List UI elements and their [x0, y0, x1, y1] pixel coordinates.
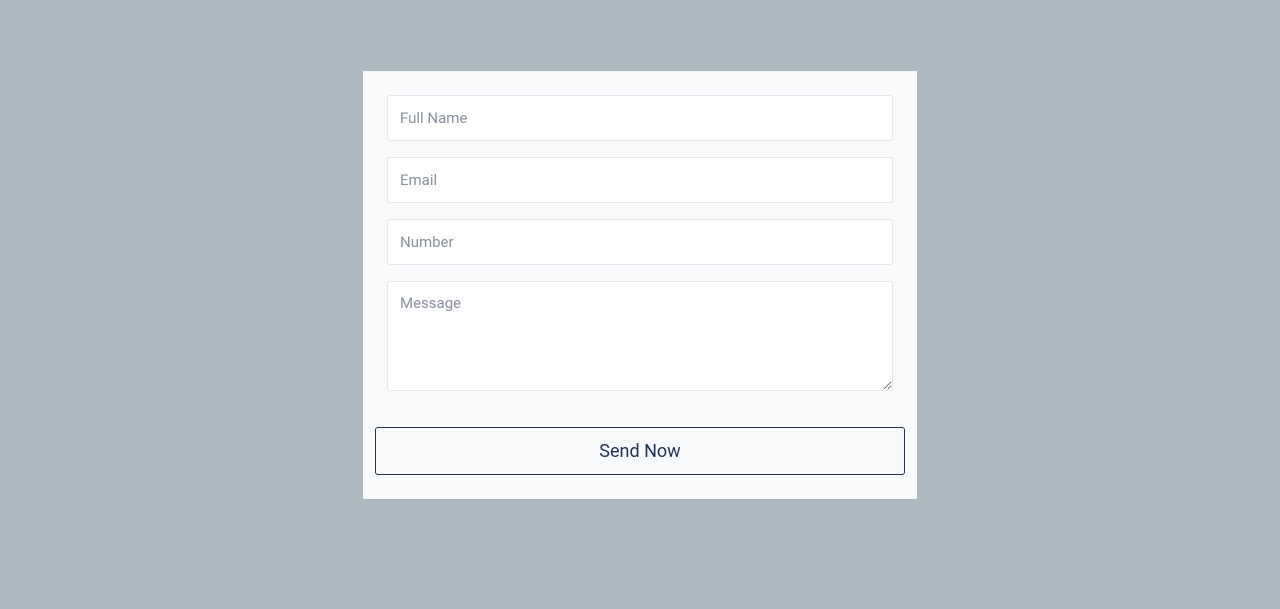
contact-form-card: Send Now	[363, 71, 917, 499]
message-textarea[interactable]	[387, 281, 893, 391]
email-input[interactable]	[387, 157, 893, 203]
send-now-button[interactable]: Send Now	[375, 427, 905, 475]
number-input[interactable]	[387, 219, 893, 265]
full-name-input[interactable]	[387, 95, 893, 141]
